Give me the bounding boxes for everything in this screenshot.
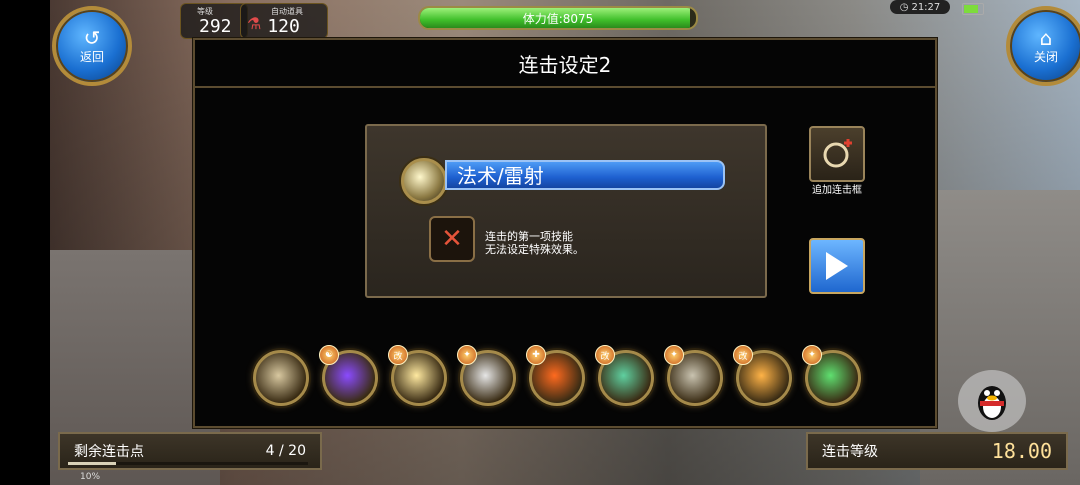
skill-orb[interactable]: 改 [388,345,447,406]
skill-badge-icon: ☯ [319,345,339,365]
next-button[interactable] [809,238,865,294]
clock-icon: ◷ [899,1,909,13]
potion-icon: ⚗ [247,13,262,33]
skill-orb[interactable]: ☯ [319,345,378,406]
skill-badge-icon: ✦ [664,345,684,365]
remaining-combo-points: 剩余连击点 4 / 20 [58,432,322,470]
skill-badge-icon: ✦ [457,345,477,365]
back-button[interactable]: ↺ 返回 [52,6,132,86]
skill-orb[interactable]: 改 [733,345,792,406]
add-combo-frame-button[interactable] [809,126,865,182]
skill-badge-icon: 改 [733,345,753,365]
home-icon: ⌂ [1039,25,1053,50]
skill-badge-icon: ✚ [526,345,546,365]
auto-item-label: 自动道具 [271,7,303,16]
clock-time: 21:27 [911,1,941,13]
stamina-bar: 体力值:8075 [418,6,698,30]
skill-orb[interactable] [253,350,309,406]
combo-level-box: 连击等级 18.00 [806,432,1068,470]
remaining-fill [68,462,116,465]
level-display: 等级 292 [180,3,248,39]
auto-item-display[interactable]: ⚗ 自动道具 120 [240,3,328,39]
cross-icon: ✕ [441,224,463,254]
close-label: 关闭 [1033,49,1058,64]
skill-orb[interactable]: 改 [595,345,654,406]
combo-level-value: 18.00 [991,439,1052,463]
auto-item-value: 120 [267,15,300,37]
dialog-title: 连击设定2 [195,40,935,88]
selected-skill-name[interactable]: 法术/雷射 [445,160,725,190]
close-button[interactable]: ⌂ 关闭 [1006,6,1080,86]
selected-skill-icon[interactable] [401,158,447,204]
qq-penguin-icon [978,386,1006,420]
combo-settings-dialog: 连击设定2 法术/雷射 ✕ 连击的第一项技能 无法设定特殊效果。 追加连击框 ☯… [193,38,937,428]
combo-slot-panel: 法术/雷射 ✕ 连击的第一项技能 无法设定特殊效果。 [365,124,767,298]
remaining-value: 4 / 20 [265,443,306,459]
skill-badge-icon: ✦ [802,345,822,365]
warning-line-2: 无法设定特殊效果。 [485,243,584,256]
warning-line-1: 连击的第一项技能 [485,230,573,243]
play-arrow-icon [826,252,848,280]
skill-orb[interactable]: ✦ [457,345,516,406]
add-circle-icon [823,139,852,168]
level-label: 等级 [197,7,213,16]
warning-text: 连击的第一项技能 无法设定特殊效果。 [485,230,584,256]
skill-selection-row: ☯ 改 ✦ ✚ 改 ✦ 改 ✦ [253,345,861,410]
level-value: 292 [199,15,232,37]
back-arrow-icon: ↺ [83,25,101,50]
skill-orb[interactable]: ✚ [526,345,585,406]
skill-badge-icon: 改 [595,345,615,365]
clock: ◷ 21:27 [890,0,950,14]
skill-orb[interactable]: ✦ [802,345,861,406]
skill-orb[interactable]: ✦ [664,345,723,406]
no-effect-box: ✕ [429,216,475,262]
remaining-track [68,462,308,465]
remaining-label: 剩余连击点 [74,444,144,460]
combo-level-label: 连击等级 [822,444,878,460]
back-label: 返回 [79,49,104,64]
skill-badge-icon: 改 [388,345,408,365]
exp-percent: 10% [80,472,101,482]
stamina-text: 体力值:8075 [522,12,594,26]
battery-icon [962,3,984,15]
penguin-chat-icon[interactable] [958,370,1026,432]
add-combo-frame-label: 追加连击框 [812,185,862,196]
